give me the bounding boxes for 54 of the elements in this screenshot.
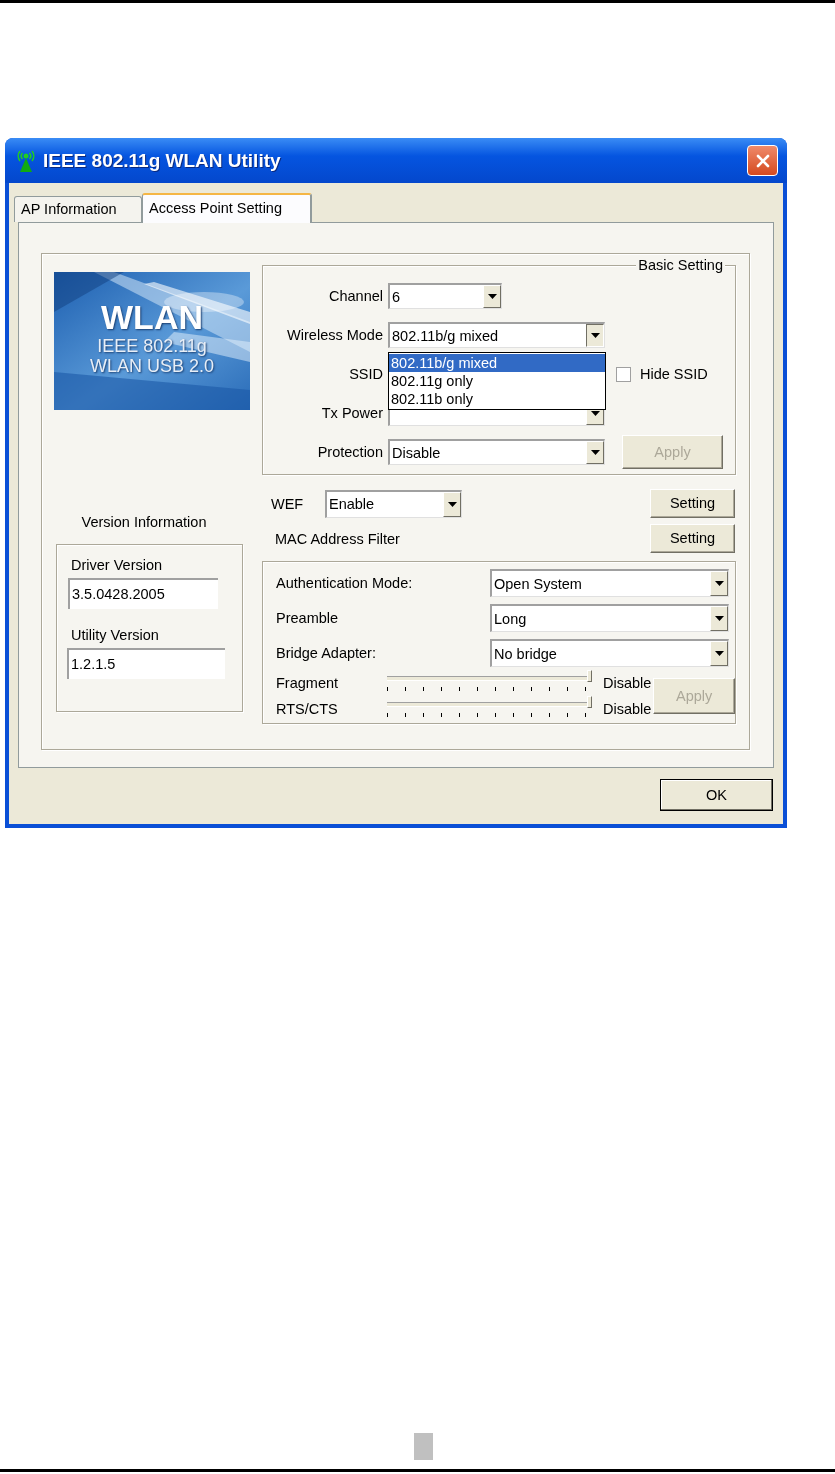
dropdown-option[interactable]: 802.11g only [389,372,605,390]
input-field[interactable]: 1.2.1.5 [67,648,225,679]
field-label: SSID [348,366,383,382]
input-field[interactable]: 3.5.0428.2005 [68,578,218,609]
banner-subtitle: IEEE 802.11g [97,336,207,356]
dropdown[interactable]: Long [490,604,729,632]
field-label: Preamble [276,610,340,626]
slider-value: Disable [603,675,652,691]
checkbox[interactable] [616,366,631,382]
checkbox-label: Hide SSID [640,366,708,382]
field-label: Tx Power [320,405,383,421]
window-title: IEEE 802.11g WLAN Utility [43,149,282,172]
field-label: Authentication Mode: [276,575,414,591]
dropdown-option[interactable]: 802.11b only [389,390,605,408]
dropdown[interactable]: 6 [388,283,502,309]
dropdown-option[interactable]: 802.11b/g mixed [389,354,605,372]
dropdown[interactable]: 802.11b/g mixed [388,322,605,348]
page-number-box [414,1433,433,1460]
dropdown[interactable]: Disable [388,439,605,465]
caret-icon [487,294,497,299]
field-label: MAC Address Filter [275,530,400,547]
slider-value: Disable [603,701,652,717]
ok-button[interactable]: OK [660,779,773,811]
tab[interactable]: AP Information [14,196,142,222]
antenna-icon [15,148,37,173]
close-icon [755,153,770,168]
banner-subtitle: WLAN USB 2.0 [89,356,214,376]
caret-icon [714,616,724,621]
field-label: Wireless Mode [286,327,383,343]
dropdown[interactable]: Open System [490,569,729,597]
field-label: RTS/CTS [276,701,339,717]
section-title: Version Information [80,514,208,530]
slider-thumb[interactable] [587,696,592,708]
dropdown[interactable]: Enable [325,489,462,518]
field-label: Utility Version [71,627,160,643]
group-title: Basic Setting [636,257,725,273]
field-label: Protection [316,444,383,460]
field-label: Fragment [276,675,340,691]
slider-thumb[interactable] [587,670,592,682]
field-label: Bridge Adapter: [276,645,377,661]
tab[interactable]: Access Point Setting [142,193,312,223]
field-label: Driver Version [71,557,164,573]
caret-icon [590,450,600,455]
banner-title: WLAN [101,298,203,336]
caret-icon [714,581,724,586]
setting-button[interactable]: Setting [650,489,735,518]
setting-button[interactable]: Setting [650,524,735,553]
close-button[interactable] [747,145,778,176]
dropdown[interactable]: No bridge [490,639,729,667]
caret-icon [590,333,600,338]
field-label: Channel [328,288,383,304]
caret-icon [714,651,724,656]
field-label: WEF [271,495,305,512]
caret-icon [447,501,457,507]
